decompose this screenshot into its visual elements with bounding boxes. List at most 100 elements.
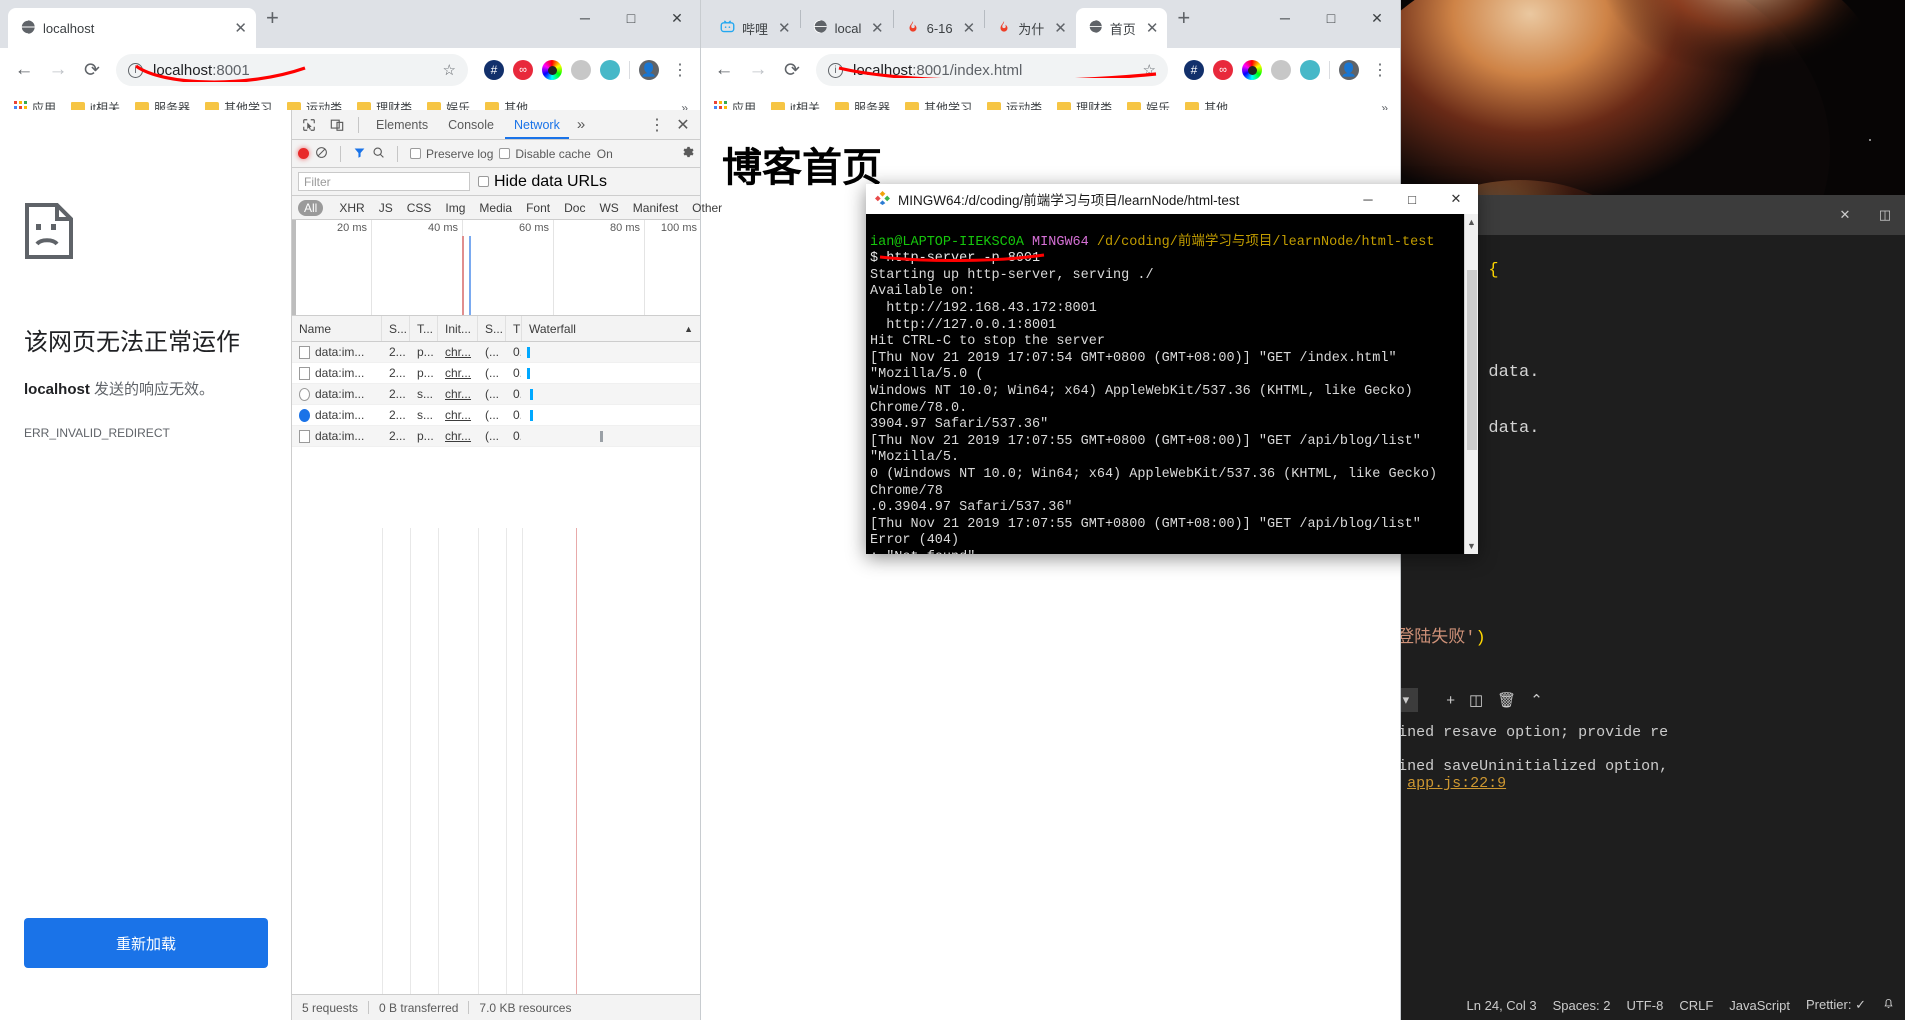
scrollbar-thumb[interactable] bbox=[1467, 270, 1477, 450]
column-initiator[interactable]: Init... bbox=[438, 316, 478, 341]
tab-strip[interactable]: localhost ✕ + ─ □ ✕ bbox=[0, 0, 700, 48]
disable-cache-checkbox[interactable]: Disable cache bbox=[499, 147, 591, 161]
close-icon[interactable]: ✕ bbox=[775, 21, 794, 36]
puzzle-extension-icon[interactable] bbox=[1271, 60, 1291, 80]
back-button[interactable]: ← bbox=[8, 54, 40, 86]
inspect-element-icon[interactable] bbox=[296, 113, 322, 137]
network-table-body[interactable]: data:im... 2... p... chr... (... 0.. dat… bbox=[292, 342, 700, 447]
status-eol[interactable]: CRLF bbox=[1679, 998, 1713, 1013]
new-tab-button[interactable]: + bbox=[256, 7, 289, 37]
tab-console[interactable]: Console bbox=[439, 110, 503, 139]
address-bar[interactable]: i localhost:8001 ☆ bbox=[116, 54, 468, 86]
infinity-extension-icon[interactable]: ∞ bbox=[513, 60, 533, 80]
window-controls[interactable]: ─ □ ✕ bbox=[562, 0, 700, 36]
globe-extension-icon[interactable] bbox=[1300, 60, 1320, 80]
table-row[interactable]: data:im... 2... p... chr... (... 0.. bbox=[292, 426, 700, 447]
tab-weishen[interactable]: 为什 ✕ bbox=[985, 8, 1076, 48]
devtools-close-icon[interactable]: ✕ bbox=[670, 113, 696, 137]
clear-icon[interactable] bbox=[315, 146, 328, 162]
table-row[interactable]: data:im... 2... s... chr... (... 0.. bbox=[292, 384, 700, 405]
profile-avatar[interactable]: 👤 bbox=[639, 60, 659, 80]
browser-window-left[interactable]: localhost ✕ + ─ □ ✕ ← → ⟳ i localhost:80… bbox=[0, 0, 722, 1020]
extension-icons[interactable]: # ∞ 👤 ⋮ bbox=[476, 60, 692, 80]
bell-icon[interactable] bbox=[1882, 997, 1895, 1013]
filter-input[interactable]: Filter bbox=[298, 172, 470, 191]
colorpicker-extension-icon[interactable] bbox=[542, 60, 562, 80]
back-button[interactable]: ← bbox=[708, 54, 740, 86]
devtools-tabbar-right[interactable]: ⋮ ✕ bbox=[644, 113, 696, 137]
minimize-button[interactable]: ─ bbox=[562, 0, 608, 36]
close-icon[interactable]: ✕ bbox=[868, 21, 887, 36]
reload-page-button[interactable]: 重新加载 bbox=[24, 918, 268, 968]
status-indentation[interactable]: Spaces: 2 bbox=[1553, 998, 1611, 1013]
devtools-tabbar[interactable]: Elements Console Network » ⋮ ✕ bbox=[292, 110, 700, 140]
checkbox[interactable] bbox=[410, 148, 421, 159]
search-icon[interactable] bbox=[372, 146, 385, 162]
minimize-button[interactable]: ─ bbox=[1346, 184, 1390, 214]
table-row[interactable]: data:im... 2... p... chr... (... 0.. bbox=[292, 342, 700, 363]
column-waterfall[interactable]: Waterfall ▲ bbox=[522, 316, 700, 341]
hash-extension-icon[interactable]: # bbox=[1184, 60, 1204, 80]
forward-button[interactable]: → bbox=[42, 54, 74, 86]
record-icon[interactable] bbox=[298, 148, 309, 159]
site-info-icon[interactable]: i bbox=[828, 62, 843, 78]
type-filter-media[interactable]: Media bbox=[473, 200, 518, 216]
infinity-extension-icon[interactable]: ∞ bbox=[1213, 60, 1233, 80]
filter-icon[interactable] bbox=[353, 146, 366, 162]
browser-toolbar[interactable]: ← → ⟳ i localhost:8001 ☆ # ∞ 👤 ⋮ bbox=[0, 48, 700, 92]
tab-local[interactable]: local ✕ bbox=[801, 8, 893, 48]
vscode-window-secondary[interactable]: ✕ ◫ › { = data. = data. bbox=[1460, 195, 1905, 540]
split-terminal-icon[interactable]: ◫ bbox=[1469, 691, 1483, 709]
more-tabs-icon[interactable]: » bbox=[571, 116, 591, 133]
close-button[interactable]: ✕ bbox=[1354, 0, 1400, 36]
type-filter-other[interactable]: Other bbox=[686, 200, 728, 216]
preserve-log-checkbox[interactable]: Preserve log bbox=[410, 147, 493, 161]
close-button[interactable]: ✕ bbox=[654, 0, 700, 36]
profile-avatar[interactable]: 👤 bbox=[1339, 60, 1359, 80]
close-icon[interactable]: ✕ bbox=[231, 21, 250, 36]
tab-shouye[interactable]: 首页 ✕ bbox=[1075, 8, 1168, 48]
browser-menu-icon[interactable]: ⋮ bbox=[668, 60, 692, 80]
status-language-mode[interactable]: JavaScript bbox=[1729, 998, 1790, 1013]
type-filter-xhr[interactable]: XHR bbox=[333, 200, 370, 216]
type-filter-all[interactable]: All bbox=[298, 199, 324, 216]
type-filter-css[interactable]: CSS bbox=[401, 200, 438, 216]
vscode-split-icon[interactable]: ◫ bbox=[1865, 197, 1905, 233]
type-filter-manifest[interactable]: Manifest bbox=[627, 200, 684, 216]
column-type[interactable]: T... bbox=[410, 316, 438, 341]
forward-button[interactable]: → bbox=[742, 54, 774, 86]
puzzle-extension-icon[interactable] bbox=[571, 60, 591, 80]
checkbox[interactable] bbox=[478, 176, 489, 187]
vscode-close-icon[interactable]: ✕ bbox=[1825, 197, 1865, 233]
tab-strip[interactable]: 哔哩 ✕ local ✕ 6-16 ✕ 为什 ✕ 首页 ✕ + ─ □ ✕ bbox=[700, 0, 1400, 48]
type-filter-doc[interactable]: Doc bbox=[558, 200, 591, 216]
browser-menu-icon[interactable]: ⋮ bbox=[1368, 60, 1392, 80]
checkbox[interactable] bbox=[499, 148, 511, 159]
tab-6-16[interactable]: 6-16 ✕ bbox=[894, 8, 985, 48]
collapse-panel-icon[interactable]: ⌃ bbox=[1530, 691, 1543, 709]
minimize-button[interactable]: ─ bbox=[1262, 0, 1308, 36]
mingw-terminal-output[interactable]: ian@LAPTOP-IIEKSC0A MINGW64 /d/coding/前端… bbox=[866, 214, 1464, 554]
tab-elements[interactable]: Elements bbox=[367, 110, 437, 139]
maximize-button[interactable]: □ bbox=[608, 0, 654, 36]
address-bar[interactable]: i localhost:8001/index.html ☆ bbox=[816, 54, 1168, 86]
site-info-icon[interactable]: i bbox=[128, 62, 143, 78]
close-icon[interactable]: ✕ bbox=[1143, 21, 1162, 36]
reload-button[interactable]: ⟳ bbox=[776, 54, 808, 86]
network-table-header[interactable]: Name S... T... Init... S... T Waterfall … bbox=[292, 316, 700, 342]
trash-icon[interactable]: 🗑 bbox=[1497, 691, 1516, 709]
hash-extension-icon[interactable]: # bbox=[484, 60, 504, 80]
extension-icons[interactable]: # ∞ 👤 ⋮ bbox=[1176, 60, 1392, 80]
row-initiator[interactable]: chr... bbox=[445, 345, 471, 359]
column-time[interactable]: T bbox=[506, 316, 522, 341]
mingw-terminal-window[interactable]: MINGW64:/d/coding/前端学习与项目/learnNode/html… bbox=[866, 184, 1478, 554]
globe-extension-icon[interactable] bbox=[600, 60, 620, 80]
row-initiator[interactable]: chr... bbox=[445, 429, 471, 443]
maximize-button[interactable]: □ bbox=[1308, 0, 1354, 36]
status-prettier-right[interactable]: Prettier: ✓ bbox=[1806, 997, 1866, 1013]
scroll-down-icon[interactable]: ▼ bbox=[1467, 541, 1476, 554]
resource-type-filters[interactable]: All XHR JS CSS Img Media Font Doc WS Man… bbox=[292, 196, 722, 220]
row-initiator[interactable]: chr... bbox=[445, 408, 471, 422]
bookmark-star-icon[interactable]: ☆ bbox=[443, 61, 456, 79]
browser-toolbar[interactable]: ← → ⟳ i localhost:8001/index.html ☆ # ∞ … bbox=[700, 48, 1400, 92]
